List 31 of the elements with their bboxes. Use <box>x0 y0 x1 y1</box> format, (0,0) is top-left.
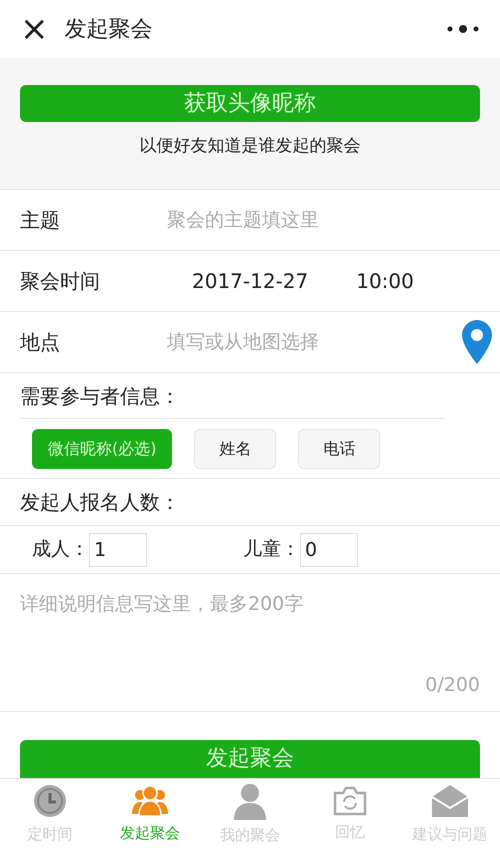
field-label: 聚会时间 <box>20 268 101 295</box>
field-label: 主题 <box>20 207 61 234</box>
person-icon <box>232 782 268 820</box>
group-icon <box>130 784 170 818</box>
children-field[interactable]: 0 <box>300 532 358 566</box>
date-picker[interactable]: 2017-12-27 <box>192 266 308 296</box>
input-field[interactable]: 聚会的主题填这里 <box>167 206 480 234</box>
adults-field[interactable]: 1 <box>89 532 147 566</box>
option-chip[interactable]: 电话 <box>298 428 380 468</box>
hint-text: 以便好友知道是谁发起的聚会 <box>140 135 360 158</box>
details-textarea[interactable]: 详细说明信息写这里，最多200字 <box>20 590 480 670</box>
section-label: 需要参与者信息： <box>20 382 180 410</box>
get-avatar-button[interactable]: 获取头像昵称 <box>20 85 480 122</box>
field-label: 地点 <box>20 329 61 356</box>
envelope-icon <box>430 783 470 820</box>
tab[interactable]: 发起聚会 <box>100 779 200 850</box>
page-title: 发起聚会 <box>64 16 152 44</box>
map-pin-icon[interactable] <box>462 320 492 364</box>
input-field[interactable]: 填写或从地图选择 <box>167 328 462 356</box>
camera-icon <box>332 785 368 818</box>
option-chip[interactable]: 微信昵称(必选) <box>32 428 172 468</box>
option-chip[interactable]: 姓名 <box>194 428 276 468</box>
section-label: 发起人报名人数： <box>20 489 180 516</box>
close-button[interactable]: × <box>20 12 48 46</box>
adults-label: 成人： <box>32 537 89 562</box>
char-counter: 0/200 <box>425 672 480 698</box>
submit-button[interactable]: 发起聚会 <box>20 740 480 778</box>
children-label: 儿童： <box>243 537 300 562</box>
clock-icon <box>32 783 68 820</box>
time-picker[interactable]: 10:00 <box>356 266 414 296</box>
more-icon[interactable] <box>446 24 480 34</box>
